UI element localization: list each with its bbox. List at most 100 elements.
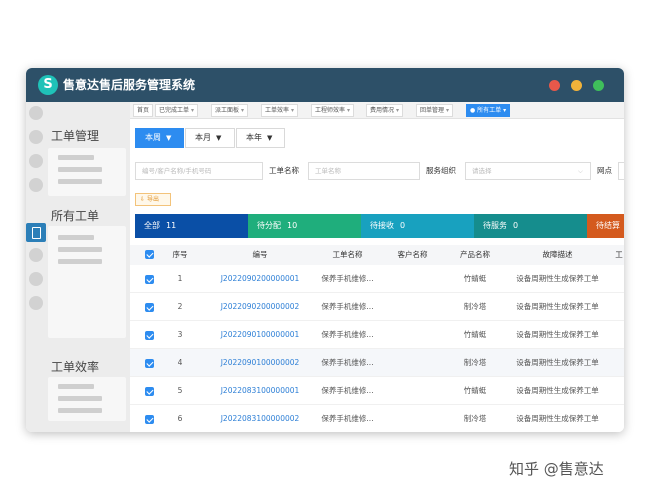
circle-icon[interactable]: [29, 296, 43, 310]
chevron-down-icon[interactable]: ▾: [347, 107, 350, 114]
circle-icon[interactable]: [29, 106, 43, 120]
row-checkbox[interactable]: [145, 331, 154, 340]
tab-home[interactable]: 首页: [133, 104, 154, 117]
sidebar-section-all-orders[interactable]: 所有工单: [51, 207, 99, 224]
cell-name: 保养手机维修...: [321, 414, 374, 423]
watermark-text: 知乎 @售意达: [509, 460, 604, 478]
column-header: 客户名称: [397, 250, 428, 259]
tab-engineer-efficiency[interactable]: 工程师效率 ▾: [311, 104, 355, 117]
cell-seq: 4: [177, 358, 183, 367]
cell-product: 竹蜻蜓: [463, 274, 487, 283]
column-header: 序号: [172, 250, 188, 259]
sidebar-section-order-management[interactable]: 工单管理: [51, 127, 99, 144]
site-input[interactable]: [618, 162, 624, 180]
status-tab-all[interactable]: 全部 11: [135, 214, 248, 238]
column-header: 产品名称: [460, 250, 490, 259]
export-button[interactable]: ⇩ 导出: [135, 193, 171, 206]
circle-icon[interactable]: [29, 272, 43, 286]
title-bar: S 售意达售后服务管理系统: [26, 68, 624, 102]
chevron-down-icon[interactable]: ▾: [191, 107, 194, 114]
cell-code-link[interactable]: J2022090200000001: [205, 265, 315, 293]
chevron-down-icon[interactable]: ▾: [291, 107, 294, 114]
cell-seq: 6: [177, 414, 183, 423]
period-this-week-button[interactable]: 本周 ▼: [135, 128, 184, 148]
cell-customer: [380, 321, 445, 349]
select-all-checkbox[interactable]: [145, 250, 154, 259]
table-row[interactable]: 4 J2022090100000002 保养手机维修... 制冷塔 设备周期性生…: [130, 349, 624, 377]
cell-fault: 设备周期性生成保养工单: [516, 386, 599, 395]
export-icon: ⇩: [140, 196, 147, 203]
chevron-down-icon[interactable]: ▾: [446, 107, 449, 114]
cell-code-link[interactable]: J2022090200000002: [205, 293, 315, 321]
cell-code-link[interactable]: J2022083100000002: [205, 405, 315, 432]
sidebar-card-placeholder: [48, 377, 126, 421]
service-org-select[interactable]: 请选择 ⌵: [465, 162, 591, 180]
sidebar-card-placeholder: [48, 148, 126, 196]
circle-icon[interactable]: [29, 248, 43, 262]
table-row[interactable]: 6 J2022083100000002 保养手机维修... 制冷塔 设备周期性生…: [130, 405, 624, 432]
cell-fault: 设备周期性生成保养工单: [516, 358, 599, 367]
row-checkbox[interactable]: [145, 359, 154, 368]
status-tab-pending-settle[interactable]: 待结算: [587, 214, 624, 238]
circle-icon[interactable]: [29, 178, 43, 192]
table-row[interactable]: 3 J2022090100000001 保养手机维修... 竹蜻蜓 设备周期性生…: [130, 321, 624, 349]
chevron-down-icon: ▼: [166, 134, 172, 142]
cell-fault: 设备周期性生成保养工单: [516, 414, 599, 423]
tab-all-orders[interactable]: ● 所有工单 ▾: [466, 104, 511, 117]
cell-name: 保养手机维修...: [321, 330, 374, 339]
table-row[interactable]: 5 J2022083100000001 保养手机维修... 竹蜻蜓 设备周期性生…: [130, 377, 624, 405]
column-header: 工单名称: [332, 250, 363, 259]
tab-receipt-management[interactable]: 回单管理 ▾: [416, 104, 454, 117]
period-this-year-button[interactable]: 本年 ▼: [236, 128, 285, 148]
cell-seq: 2: [177, 302, 183, 311]
sidebar: 工单管理 所有工单 工单效率: [26, 102, 130, 432]
period-this-month-button[interactable]: 本月 ▼: [185, 128, 235, 148]
site-label: 网点: [597, 166, 612, 175]
cell-code-link[interactable]: J2022090100000001: [205, 321, 315, 349]
order-name-input[interactable]: 工单名称: [308, 162, 420, 180]
app-window: S 售意达售后服务管理系统 工单管理 所有工单 工单效率 首页 已完成工单 ▾ …: [26, 68, 624, 432]
maximize-window-button[interactable]: [593, 80, 604, 91]
cell-customer: [380, 265, 445, 293]
table-row[interactable]: 2 J2022090200000002 保养手机维修... 制冷塔 设备周期性生…: [130, 293, 624, 321]
close-window-button[interactable]: [549, 80, 560, 91]
sidebar-section-order-efficiency[interactable]: 工单效率: [51, 358, 99, 375]
table-row[interactable]: 1 J2022090200000001 保养手机维修... 竹蜻蜓 设备周期性生…: [130, 265, 624, 293]
tab-dispatch-panel[interactable]: 派工面板 ▾: [211, 104, 249, 117]
service-org-label: 服务组织: [426, 166, 456, 175]
cell-seq: 1: [177, 274, 183, 283]
cell-fault: 设备周期性生成保养工单: [516, 302, 599, 311]
tab-strip: 首页 已完成工单 ▾ 派工面板 ▾ 工单效率 ▾ 工程师效率 ▾ 费用情况 ▾ 回单管理 ▾…: [130, 102, 624, 119]
cell-customer: [380, 349, 445, 377]
status-tab-pending-assign[interactable]: 待分配 10: [248, 214, 361, 238]
document-icon[interactable]: [26, 223, 46, 242]
row-checkbox[interactable]: [145, 415, 154, 424]
minimize-window-button[interactable]: [571, 80, 582, 91]
cell-code-link[interactable]: J2022083100000001: [205, 377, 315, 405]
chevron-down-icon[interactable]: ▾: [396, 107, 399, 114]
sidebar-card-placeholder: [48, 226, 126, 338]
status-tab-pending-receive[interactable]: 待接收 0: [361, 214, 474, 238]
chevron-down-icon[interactable]: ▾: [241, 107, 244, 114]
cell-code-link[interactable]: J2022090100000002: [205, 349, 315, 377]
cell-customer: [380, 377, 445, 405]
cell-product: 制冷塔: [463, 358, 487, 367]
cell-product: 制冷塔: [463, 414, 487, 423]
row-checkbox[interactable]: [145, 303, 154, 312]
tab-completed-orders[interactable]: 已完成工单 ▾: [155, 104, 199, 117]
circle-icon[interactable]: [29, 130, 43, 144]
chevron-down-icon[interactable]: ▾: [503, 107, 506, 114]
circle-icon[interactable]: [29, 154, 43, 168]
tab-expenses[interactable]: 费用情况 ▾: [366, 104, 404, 117]
cell-seq: 3: [177, 330, 183, 339]
row-checkbox[interactable]: [145, 387, 154, 396]
column-header: 工: [615, 250, 623, 259]
app-logo-icon: S: [38, 75, 58, 95]
row-checkbox[interactable]: [145, 275, 154, 284]
cell-fault: 设备周期性生成保养工单: [516, 274, 599, 283]
cell-customer: [380, 405, 445, 432]
status-tab-pending-service[interactable]: 待服务 0: [474, 214, 587, 238]
cell-name: 保养手机维修...: [321, 274, 374, 283]
tab-order-efficiency[interactable]: 工单效率 ▾: [261, 104, 299, 117]
search-input[interactable]: 编号/客户名称/手机号码: [135, 162, 263, 180]
